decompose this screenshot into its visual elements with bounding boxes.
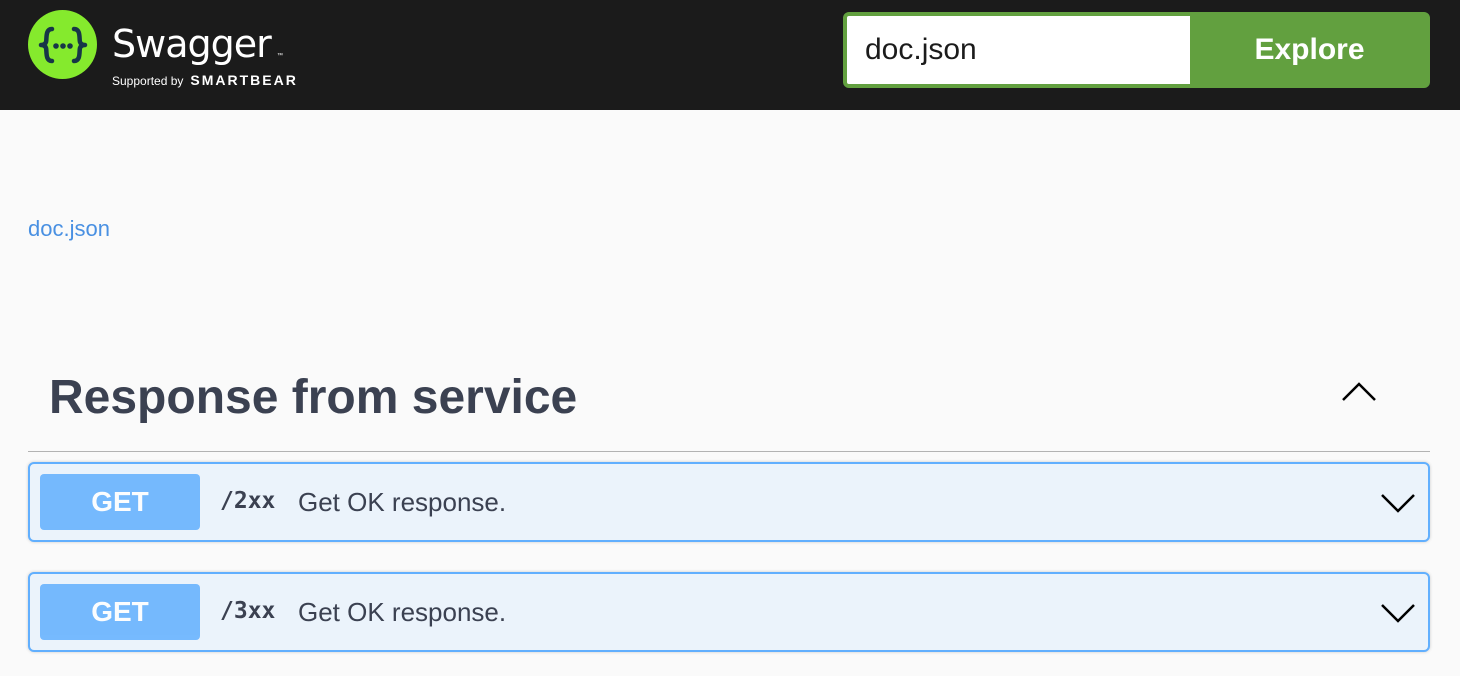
method-badge: GET: [40, 584, 200, 640]
operation-path: /3xx: [220, 598, 276, 624]
spec-url-input[interactable]: [847, 16, 1190, 84]
tag-section-header[interactable]: Response from service: [28, 360, 1430, 452]
spec-file-link[interactable]: doc.json: [28, 216, 110, 242]
operation-path: /2xx: [220, 488, 276, 514]
logo-text: Swagger ™ Supported by SMARTBEAR: [112, 10, 298, 88]
operation-summary: Get OK response.: [298, 597, 507, 627]
tag-title: Response from service: [49, 371, 578, 424]
chevron-down-icon[interactable]: [1380, 602, 1416, 624]
operation-summary: Get OK response.: [298, 487, 507, 517]
logo-subtitle: Supported by SMARTBEAR: [112, 72, 298, 88]
supported-by-label: Supported by: [112, 74, 184, 88]
braces-dots-icon: [28, 10, 97, 79]
operation-get-2xx[interactable]: GET /2xx Get OK response.: [28, 462, 1430, 542]
method-badge: GET: [40, 474, 200, 530]
chevron-down-icon[interactable]: [1380, 492, 1416, 514]
topbar: Swagger ™ Supported by SMARTBEAR Explore: [0, 0, 1460, 110]
smartbear-brand: SMARTBEAR: [190, 72, 298, 88]
swagger-logo[interactable]: Swagger ™ Supported by SMARTBEAR: [28, 10, 298, 88]
logo-name: Swagger: [112, 22, 272, 66]
logo-trademark: ™: [277, 53, 283, 59]
chevron-up-icon[interactable]: [1340, 380, 1378, 404]
explore-button[interactable]: Explore: [1193, 16, 1426, 84]
operation-get-3xx[interactable]: GET /3xx Get OK response.: [28, 572, 1430, 652]
spec-url-form: Explore: [843, 12, 1430, 88]
